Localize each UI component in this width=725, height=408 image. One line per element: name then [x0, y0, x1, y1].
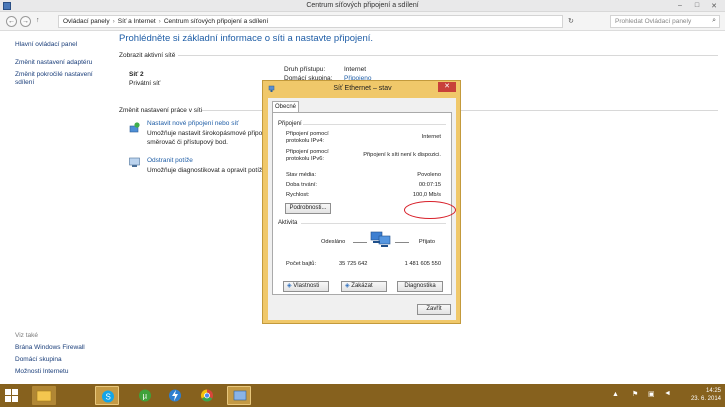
access-type-label: Druh přístupu: [284, 66, 326, 73]
connection-group-label: Připojení [278, 121, 302, 127]
search-icon[interactable]: ⌕ [712, 17, 716, 25]
speed-annotation-circle [404, 201, 456, 219]
page-title: Prohlédněte si základní informace o síti… [119, 33, 374, 44]
utorrent-icon[interactable]: µ [133, 386, 157, 405]
clock-time: 14:25 [705, 388, 721, 394]
network-name: Síť 2 [129, 71, 144, 78]
breadcrumb-item[interactable]: Síť a Internet [118, 18, 156, 25]
divider [178, 55, 718, 56]
network-tray-icon[interactable]: ▣ [648, 390, 655, 398]
breadcrumb-item[interactable]: Centrum síťových připojení a sdílení [164, 18, 268, 25]
ipv4-label-line1: Připojení pomocí [286, 131, 329, 137]
tab-general[interactable]: Obecné [272, 101, 299, 112]
ethernet-status-dialog: Síť Ethernet – stav ✕ Obecné Připojení P… [262, 80, 461, 324]
sidebar-link-home[interactable]: Hlavní ovládací panel [15, 41, 77, 48]
setup-description-2: směrovač či přístupový bod. [147, 139, 228, 146]
properties-button-label: Vlastnosti [293, 283, 320, 289]
dialog-body: Obecné Připojení Připojení pomocí protoko… [268, 98, 456, 320]
sidebar-link-internet-options[interactable]: Možnosti Internetu [15, 368, 68, 375]
chrome-icon[interactable] [195, 386, 219, 405]
diagnose-button[interactable]: Diagnostika [397, 281, 443, 292]
setup-connection-link[interactable]: Nastavit nové připojení nebo síť [147, 120, 239, 127]
address-bar: ← → ↑ Ovládací panely › Síť a Internet › Cen… [0, 12, 725, 31]
divider [353, 242, 367, 243]
change-settings-heading: Změnit nastavení práce v síti [119, 107, 203, 114]
duration-value: 00:07:15 [418, 182, 441, 188]
taskbar: S µ ▲ ⚑ ▣ ◄ 14:25 23. 6. 2014 [0, 384, 725, 407]
forward-button[interactable]: → [20, 16, 31, 27]
new-connection-icon [129, 122, 141, 133]
dialog-close-button[interactable]: ✕ [438, 82, 456, 92]
disable-button-label: Zakázat [351, 283, 373, 289]
search-input[interactable]: Prohledat Ovládací panely ⌕ [610, 15, 720, 28]
flag-icon[interactable]: ⚑ [632, 390, 638, 398]
network-type: Privátní síť [129, 80, 161, 87]
volume-icon[interactable]: ◄ [664, 390, 671, 397]
activity-group-label: Aktivita [278, 220, 298, 226]
close-icon[interactable]: ✕ [709, 2, 719, 10]
sidebar-link-homegroup[interactable]: Domácí skupina [15, 356, 62, 363]
dialog-title: Síť Ethernet – stav [333, 85, 392, 92]
ipv6-value: Připojení k síti není k dispozici. [363, 152, 441, 158]
network-activity-icon [369, 230, 393, 248]
sent-label: Odesláno [321, 239, 346, 245]
details-button[interactable]: Podrobnosti... [285, 203, 331, 214]
windows-start-icon[interactable] [5, 389, 18, 402]
divider [303, 124, 446, 125]
skype-icon[interactable]: S [95, 386, 119, 405]
svg-text:S: S [106, 393, 111, 402]
file-explorer-icon[interactable] [32, 386, 56, 405]
tray-chevron-icon[interactable]: ▲ [612, 391, 619, 398]
shield-icon: ◈ [287, 283, 292, 289]
troubleshoot-link[interactable]: Odstranit potíže [147, 157, 193, 164]
media-state-value: Povoleno [417, 172, 441, 178]
up-arrow-icon[interactable]: ↑ [36, 17, 40, 24]
troubleshoot-icon [129, 157, 141, 168]
clock-date: 23. 6. 2014 [690, 396, 721, 402]
back-button[interactable]: ← [6, 16, 17, 27]
ipv6-label-line2: protokolu IPv6: [286, 156, 324, 162]
sidebar-link-firewall[interactable]: Brána Windows Firewall [15, 344, 85, 351]
bytes-label: Počet bajtů: [286, 261, 317, 267]
properties-button[interactable]: ◈ Vlastnosti [283, 281, 329, 292]
shield-icon: ◈ [345, 283, 350, 289]
breadcrumb-item[interactable]: Ovládací panely [63, 18, 110, 25]
search-placeholder: Prohledat Ovládací panely [615, 18, 692, 25]
bytes-sent-value: 35 725 642 [339, 261, 368, 267]
svg-text:µ: µ [143, 392, 148, 401]
active-networks-heading: Zobrazit aktivní sítě [119, 52, 176, 59]
refresh-icon[interactable]: ↻ [568, 17, 574, 25]
divider [301, 223, 446, 224]
window-titlebar: Centrum síťových připojení a sdílení – □… [0, 0, 725, 12]
media-state-label: Stav média: [286, 172, 317, 178]
see-also-label: Viz také [15, 332, 39, 339]
ipv6-label: Připojení pomocí protokolu IPv6: [286, 149, 329, 163]
speed-value: 100,0 Mb/s [412, 192, 441, 198]
ipv4-label: Připojení pomocí protokolu IPv4: [286, 131, 329, 145]
divider [395, 242, 409, 243]
access-type-value: Internet [344, 66, 367, 73]
maximize-icon[interactable]: □ [692, 2, 702, 9]
close-button[interactable]: Zavřít [417, 304, 451, 315]
sidebar-link-advanced-cont[interactable]: sdílení [15, 79, 34, 86]
ipv6-label-line1: Připojení pomocí [286, 149, 329, 155]
network-center-taskbar-icon[interactable] [227, 386, 251, 405]
minimize-icon[interactable]: – [675, 2, 685, 9]
ipv4-label-line2: protokolu IPv4: [286, 138, 324, 144]
received-label: Přijato [418, 239, 435, 245]
bytes-received-value: 1 481 605 550 [404, 261, 441, 267]
clock[interactable]: 14:25 23. 6. 2014 [691, 387, 721, 403]
breadcrumb[interactable]: Ovládací panely › Síť a Internet › Centrum s… [58, 15, 563, 28]
window-title: Centrum síťových připojení a sdílení [306, 2, 419, 9]
disable-button[interactable]: ◈ Zakázat [341, 281, 387, 292]
sidebar-link-advanced[interactable]: Změnit pokročilé nastavení [15, 71, 93, 78]
sidebar-link-adapter[interactable]: Změnit nastavení adaptéru [15, 59, 92, 66]
duration-label: Doba trvání: [286, 182, 317, 188]
speed-label: Rychlost: [286, 192, 310, 198]
app-bolt-icon[interactable] [163, 386, 187, 405]
ipv4-value: Internet [421, 134, 441, 140]
